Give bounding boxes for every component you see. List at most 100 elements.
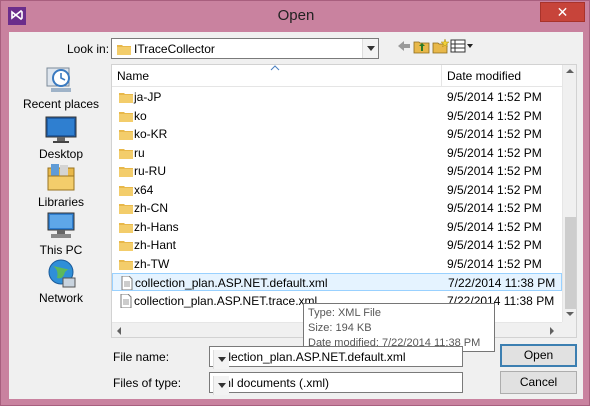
place-label: Network — [38, 291, 83, 305]
chevron-down-icon[interactable] — [362, 39, 378, 58]
row-name: zh-Hant — [134, 238, 177, 252]
scroll-right-icon[interactable] — [550, 327, 554, 335]
file-info-tooltip: Type: XML File Size: 194 KB Date modifie… — [303, 303, 495, 352]
folder-row[interactable]: zh-Hans 9/5/2014 1:52 PM — [112, 218, 562, 236]
row-name: collection_plan.ASP.NET.default.xml — [135, 276, 328, 290]
vertical-scrollbar[interactable] — [562, 65, 576, 322]
column-header-name[interactable]: Name — [112, 65, 442, 87]
file-name-combobox[interactable]: collection_plan.ASP.NET.default.xml — [209, 346, 463, 369]
file-type-label: Files of type: — [113, 376, 182, 390]
file-row[interactable]: collection_plan.ASP.NET.default.xml 7/22/… — [112, 273, 562, 291]
file-name-label: File name: — [113, 350, 170, 364]
place-label: Recent places — [22, 97, 100, 111]
folder-row[interactable]: ja-JP 9/5/2014 1:52 PM — [112, 88, 562, 106]
place-label: Libraries — [37, 195, 85, 209]
file-type-value: Xml documents (.xml) — [213, 376, 330, 390]
folder-row[interactable]: zh-CN 9/5/2014 1:52 PM — [112, 199, 562, 217]
column-header-date-modified[interactable]: Date modified — [442, 65, 562, 87]
look-in-combobox[interactable]: ITraceCollector — [111, 38, 379, 59]
folder-icon — [119, 148, 133, 159]
tooltip-size: Size: 194 KB — [308, 322, 372, 334]
view-menu-icon[interactable] — [450, 38, 474, 56]
libraries-icon — [47, 164, 75, 191]
look-in-label: Look in: — [67, 42, 110, 56]
folder-icon — [119, 204, 133, 214]
row-name: ru — [134, 145, 145, 160]
file-name-value: collection_plan.ASP.NET.default.xml — [213, 350, 406, 364]
row-date: 9/5/2014 1:52 PM — [447, 108, 542, 123]
scroll-left-icon[interactable] — [117, 327, 121, 335]
place-this-pc[interactable]: This PC — [13, 210, 109, 258]
row-name: zh-TW — [134, 256, 170, 271]
scroll-down-icon[interactable] — [566, 312, 574, 316]
row-name: x64 — [134, 182, 154, 197]
new-folder-icon[interactable] — [432, 38, 450, 56]
file-list[interactable]: Name Date modified ja-JP 9/5/2014 1:52 PM… — [111, 64, 577, 338]
places-bar: Recent places Desktop Libraries This PC … — [13, 64, 109, 344]
folder-icon — [119, 241, 133, 251]
row-name: zh-CN — [134, 201, 169, 215]
row-date: 9/5/2014 1:52 PM — [447, 182, 542, 197]
scroll-thumb[interactable] — [565, 217, 576, 309]
file-type-select[interactable]: Xml documents (.xml) — [209, 372, 463, 395]
place-network[interactable]: Network — [13, 258, 109, 306]
row-name: ko — [134, 108, 147, 123]
this-pc-icon — [47, 212, 75, 238]
xml-file-icon — [120, 293, 132, 308]
row-name: ko-KR — [134, 127, 168, 141]
xml-file-icon — [121, 276, 133, 290]
folder-icon — [119, 222, 133, 233]
folder-row[interactable]: x64 9/5/2014 1:52 PM — [112, 181, 562, 199]
row-date: 9/5/2014 1:52 PM — [447, 145, 542, 160]
folder-icon — [117, 45, 131, 55]
row-date: 9/5/2014 1:52 PM — [447, 90, 542, 104]
folder-icon — [119, 130, 133, 140]
row-name: ja-JP — [134, 90, 162, 104]
place-libraries[interactable]: Libraries — [13, 162, 109, 210]
scroll-up-icon[interactable] — [566, 69, 574, 73]
row-date: 9/5/2014 1:52 PM — [447, 201, 542, 215]
folder-row[interactable]: ko 9/5/2014 1:52 PM — [112, 107, 562, 125]
place-label: Desktop — [38, 147, 84, 161]
dialog-title: Open — [277, 7, 315, 24]
place-desktop[interactable]: Desktop — [13, 114, 109, 162]
folder-icon — [119, 259, 133, 270]
back-arrow-icon[interactable] — [396, 38, 412, 56]
folder-row[interactable]: ko-KR 9/5/2014 1:52 PM — [112, 125, 562, 143]
title-bar[interactable]: Open ✕ — [1, 1, 590, 31]
row-date: 9/5/2014 1:52 PM — [447, 238, 542, 252]
sort-ascending-icon — [270, 65, 280, 71]
scrollbar-corner — [562, 322, 576, 337]
row-name: zh-Hans — [134, 219, 179, 234]
dialog-body: Look in: ITraceCollector Recent places D — [9, 32, 583, 399]
look-in-value: ITraceCollector — [134, 42, 215, 56]
row-name: collection_plan.ASP.NET.trace.xml — [134, 293, 318, 308]
up-folder-icon[interactable] — [413, 38, 431, 56]
folder-icon — [119, 185, 133, 196]
row-date: 9/5/2014 1:52 PM — [447, 127, 542, 141]
row-date: 9/5/2014 1:52 PM — [447, 219, 542, 234]
row-date: 9/5/2014 1:52 PM — [447, 164, 542, 178]
tooltip-type: Type: XML File — [308, 307, 381, 319]
recent-places-icon — [46, 67, 71, 92]
cancel-button[interactable]: Cancel — [500, 371, 577, 394]
folder-icon — [119, 93, 133, 103]
open-dialog: Open ✕ Look in: ITraceCollector Recent p… — [0, 0, 590, 406]
place-label: This PC — [39, 243, 83, 257]
desktop-icon — [45, 116, 77, 143]
folder-icon — [119, 167, 133, 177]
folder-row[interactable]: zh-TW 9/5/2014 1:52 PM — [112, 255, 562, 273]
place-recent-places[interactable]: Recent places — [13, 64, 109, 112]
folder-row[interactable]: ru-RU 9/5/2014 1:52 PM — [112, 162, 562, 180]
network-icon — [48, 259, 76, 288]
chevron-down-icon[interactable] — [213, 350, 229, 369]
row-date: 7/22/2014 11:38 PM — [448, 276, 556, 290]
folder-row[interactable]: zh-Hant 9/5/2014 1:52 PM — [112, 236, 562, 254]
close-button[interactable]: ✕ — [540, 2, 585, 22]
folder-row[interactable]: ru 9/5/2014 1:52 PM — [112, 144, 562, 162]
open-button[interactable]: Open — [500, 344, 577, 367]
folder-icon — [119, 111, 133, 122]
row-name: ru-RU — [134, 164, 166, 178]
row-date: 9/5/2014 1:52 PM — [447, 256, 542, 271]
chevron-down-icon[interactable] — [213, 376, 229, 395]
